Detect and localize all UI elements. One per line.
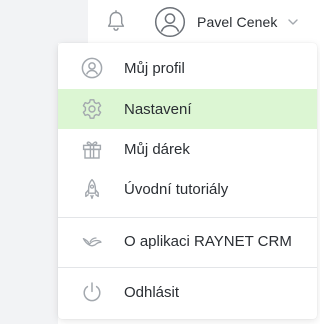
page: Pavel Cenek Můj profil Nastavení Můj dár…	[0, 0, 317, 324]
user-avatar-icon	[154, 6, 186, 38]
menu-item-settings[interactable]: Nastavení	[58, 89, 317, 129]
menu-divider	[58, 267, 317, 268]
menu-item-label: Odhlásit	[124, 283, 180, 301]
menu-item-label: Úvodní tutoriály	[124, 180, 229, 198]
menu-item-label: Můj profil	[124, 59, 185, 77]
menu-item-about[interactable]: O aplikaci RAYNET CRM	[58, 221, 317, 261]
user-dropdown-menu: Můj profil Nastavení Můj dárek Úvodní tu…	[58, 43, 317, 319]
app-background	[0, 43, 58, 324]
bell-icon[interactable]	[103, 8, 129, 34]
gear-icon	[80, 97, 104, 121]
user-name: Pavel Cenek	[197, 14, 278, 30]
menu-item-tutorials[interactable]: Úvodní tutoriály	[58, 169, 317, 209]
menu-item-label: O aplikaci RAYNET CRM	[124, 232, 292, 250]
chevron-down-icon	[286, 15, 300, 29]
menu-divider	[58, 217, 317, 218]
gift-icon	[80, 137, 104, 161]
menu-item-profile[interactable]: Můj profil	[58, 48, 317, 88]
user-circle-icon	[80, 56, 104, 80]
menu-item-logout[interactable]: Odhlásit	[58, 272, 317, 312]
menu-item-gift[interactable]: Můj dárek	[58, 129, 317, 169]
power-icon	[80, 280, 104, 304]
menu-item-label: Můj dárek	[124, 140, 190, 158]
raynet-logo-icon	[80, 229, 104, 253]
user-menu-toggle[interactable]: Pavel Cenek	[154, 6, 300, 38]
app-background	[0, 0, 88, 43]
menu-item-label: Nastavení	[124, 100, 192, 118]
rocket-icon	[80, 177, 104, 201]
